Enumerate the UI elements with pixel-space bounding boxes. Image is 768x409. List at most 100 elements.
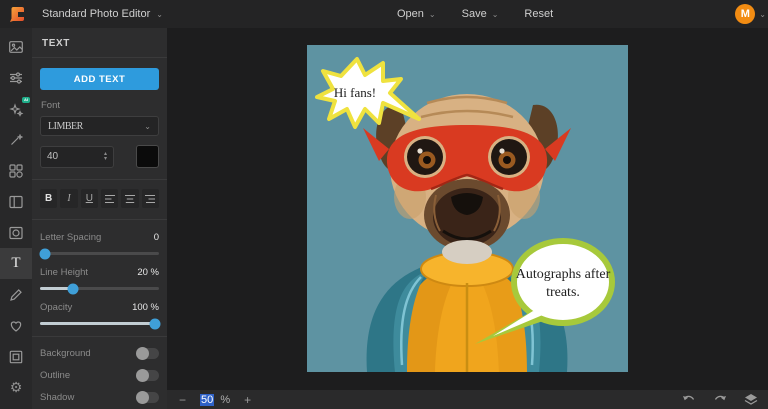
bold-button[interactable]: B (40, 189, 57, 208)
photo-editor-app: Standard Photo Editor ⌄ Open ⌄ Save ⌄ Re… (0, 0, 768, 409)
panel-title: TEXT (32, 28, 167, 58)
rail-item-effects[interactable]: AI (0, 94, 32, 125)
rail-item-layout[interactable] (0, 187, 32, 218)
canvas-image[interactable]: Hi fans! Autographs after treats. (307, 45, 628, 372)
adjustments-icon (8, 70, 24, 86)
chevron-down-icon: ⌄ (156, 10, 163, 19)
text-panel: TEXT ADD TEXT Font LIMBER ⌄ 40 ▴▾ B I U (32, 28, 167, 409)
zoom-value: 50 (200, 394, 214, 406)
zoom-out-button[interactable]: − (179, 393, 186, 407)
project-title-label: Standard Photo Editor (42, 8, 150, 20)
undo-icon (682, 394, 696, 405)
rail-item-elements[interactable] (0, 156, 32, 187)
avatar[interactable]: M (735, 4, 755, 24)
line-height-value: 20 % (137, 267, 159, 278)
outline-label: Outline (40, 370, 70, 381)
rail-item-overlays[interactable] (0, 218, 32, 249)
text-color-swatch[interactable] (136, 145, 159, 168)
project-title[interactable]: Standard Photo Editor ⌄ (42, 8, 163, 20)
top-menu: Open ⌄ Save ⌄ Reset (397, 8, 553, 20)
layers-icon (744, 393, 758, 406)
zoom-in-button[interactable]: + (244, 393, 251, 407)
opacity-slider[interactable] (40, 322, 159, 325)
rail-item-settings[interactable]: ⚙ (0, 372, 32, 403)
rail-item-draw[interactable] (0, 279, 32, 310)
save-label: Save (462, 8, 487, 20)
italic-button[interactable]: I (60, 189, 77, 208)
elements-grid-icon (8, 163, 24, 179)
opacity-control: Opacity 100 % (40, 302, 159, 325)
chevron-down-icon: ⌄ (429, 10, 436, 19)
align-right-button[interactable] (142, 189, 159, 208)
opacity-label: Opacity (40, 302, 72, 313)
align-right-icon (144, 194, 156, 204)
open-menu[interactable]: Open ⌄ (397, 8, 436, 20)
divider (32, 179, 167, 180)
outline-toggle-row: Outline (40, 370, 159, 381)
letter-spacing-control: Letter Spacing 0 (40, 232, 159, 255)
divider (32, 336, 167, 337)
rail-item-photo[interactable] (0, 32, 32, 63)
font-value: LIMBER (48, 121, 83, 132)
font-select[interactable]: LIMBER ⌄ (40, 116, 159, 136)
chevron-down-icon: ⌄ (759, 10, 766, 19)
rail-item-adjustments[interactable] (0, 63, 32, 94)
undo-button[interactable] (682, 394, 696, 405)
pencil-icon (8, 287, 24, 303)
align-center-button[interactable] (121, 189, 138, 208)
redo-icon (713, 394, 727, 405)
line-height-label: Line Height (40, 267, 88, 278)
align-center-icon (124, 194, 136, 204)
size-stepper[interactable]: ▴▾ (104, 152, 107, 162)
underline-button[interactable]: U (81, 189, 98, 208)
reset-label: Reset (524, 8, 553, 20)
layers-button[interactable] (744, 393, 758, 406)
rail-item-text[interactable]: T (0, 248, 32, 279)
slider-thumb[interactable] (39, 248, 50, 259)
text-style-row: B I U (40, 189, 159, 208)
opacity-value: 100 % (132, 302, 159, 313)
letter-spacing-value: 0 (154, 232, 159, 243)
rail-item-frames[interactable] (0, 341, 32, 372)
add-text-button[interactable]: ADD TEXT (40, 68, 159, 90)
magic-wand-icon (8, 132, 24, 148)
letter-spacing-slider[interactable] (40, 252, 159, 255)
background-toggle-row: Background (40, 348, 159, 359)
gear-icon: ⚙ (10, 380, 23, 396)
tool-rail: AI T (0, 28, 32, 409)
top-bar: Standard Photo Editor ⌄ Open ⌄ Save ⌄ Re… (0, 0, 768, 28)
rail-item-favorites[interactable] (0, 310, 32, 341)
font-size-value: 40 (47, 151, 58, 162)
overlays-icon (8, 225, 24, 241)
app-logo-icon[interactable] (9, 6, 25, 22)
background-label: Background (40, 348, 91, 359)
chevron-down-icon: ⌄ (144, 122, 151, 131)
reset-button[interactable]: Reset (524, 8, 553, 20)
save-menu[interactable]: Save ⌄ (462, 8, 499, 20)
frame-icon (8, 349, 24, 365)
align-left-button[interactable] (101, 189, 118, 208)
account-menu[interactable]: M ⌄ (735, 4, 766, 24)
zoom-level-input[interactable]: 50 % (200, 394, 230, 406)
redo-button[interactable] (713, 394, 727, 405)
slider-thumb[interactable] (68, 283, 79, 294)
rail-item-retouch[interactable] (0, 125, 32, 156)
shadow-toggle[interactable] (137, 392, 159, 403)
bubble-oval-line2: treats. (546, 285, 580, 300)
align-left-icon (104, 194, 116, 204)
outline-toggle[interactable] (137, 370, 159, 381)
background-toggle[interactable] (137, 348, 159, 359)
line-height-slider[interactable] (40, 287, 159, 290)
effects-icon (8, 101, 24, 117)
slider-thumb[interactable] (150, 318, 161, 329)
font-size-input[interactable]: 40 ▴▾ (40, 146, 114, 168)
font-label: Font (41, 100, 159, 111)
letter-spacing-label: Letter Spacing (40, 232, 101, 243)
line-height-control: Line Height 20 % (40, 267, 159, 290)
open-label: Open (397, 8, 424, 20)
canvas-area: Hi fans! Autographs after treats. (167, 28, 768, 390)
ai-badge: AI (22, 97, 30, 103)
shadow-toggle-row: Shadow (40, 392, 159, 403)
divider (32, 219, 167, 220)
bubble-oval-line1: Autographs after (516, 267, 611, 282)
